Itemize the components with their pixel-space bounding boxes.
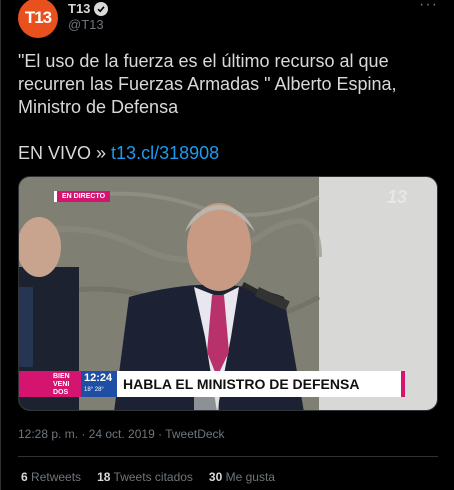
avatar[interactable]: T13 bbox=[18, 0, 58, 38]
media-image[interactable]: EN DIRECTO 13 BIEN VENI DOS 12:24 18° 28… bbox=[18, 176, 438, 411]
live-prefix: EN VIVO » bbox=[18, 143, 112, 163]
author-handle[interactable]: @T13 bbox=[68, 17, 104, 32]
retweets-label: Retweets bbox=[31, 470, 82, 484]
tweet-detail: T13 T13 @T13 ··· "El uso de la fuerza es… bbox=[0, 0, 454, 490]
live-line: EN VIVO » t13.cl/318908 bbox=[18, 143, 219, 164]
quotes-stat[interactable]: 18 Tweets citados bbox=[97, 470, 193, 484]
lower-third: BIEN VENI DOS 12:24 18° 28° HABLA EL MIN… bbox=[19, 371, 437, 397]
likes-count: 30 bbox=[208, 470, 223, 484]
tweet-stats: 6 Retweets 18 Tweets citados 30 Me gusta bbox=[21, 470, 275, 484]
tweet-text: "El uso de la fuerza es el último recurs… bbox=[18, 51, 397, 117]
retweets-count: 6 bbox=[21, 470, 28, 484]
retweets-stat[interactable]: 6 Retweets bbox=[21, 470, 81, 484]
quotes-count: 18 bbox=[97, 470, 111, 484]
likes-stat[interactable]: 30 Me gusta bbox=[209, 470, 275, 484]
author-name-row[interactable]: T13 bbox=[68, 1, 109, 16]
lower-third-temperature: 18° 28° bbox=[84, 387, 104, 393]
lower-third-time-box: 12:24 18° 28° bbox=[81, 371, 117, 397]
avatar-text: T13 bbox=[24, 8, 52, 27]
tweet-timestamp[interactable]: 12:28 p. m. · 24 oct. 2019 · TweetDeck bbox=[18, 427, 225, 441]
divider bbox=[18, 456, 438, 457]
lower-third-headline: HABLA EL MINISTRO DE DEFENSA bbox=[117, 371, 405, 397]
likes-label: Me gusta bbox=[225, 470, 275, 484]
lower-third-greeting: BIEN VENI DOS bbox=[53, 373, 70, 396]
live-badge: EN DIRECTO bbox=[54, 191, 111, 202]
channel-logo: 13 bbox=[386, 187, 407, 207]
lower-third-clock: 12:24 bbox=[84, 372, 113, 384]
tweet-link[interactable]: t13.cl/318908 bbox=[111, 143, 219, 163]
quotes-label: Tweets citados bbox=[113, 470, 193, 484]
display-name[interactable]: T13 bbox=[68, 1, 90, 16]
verified-badge-icon bbox=[94, 1, 109, 16]
more-options-icon[interactable]: ··· bbox=[419, 0, 438, 14]
